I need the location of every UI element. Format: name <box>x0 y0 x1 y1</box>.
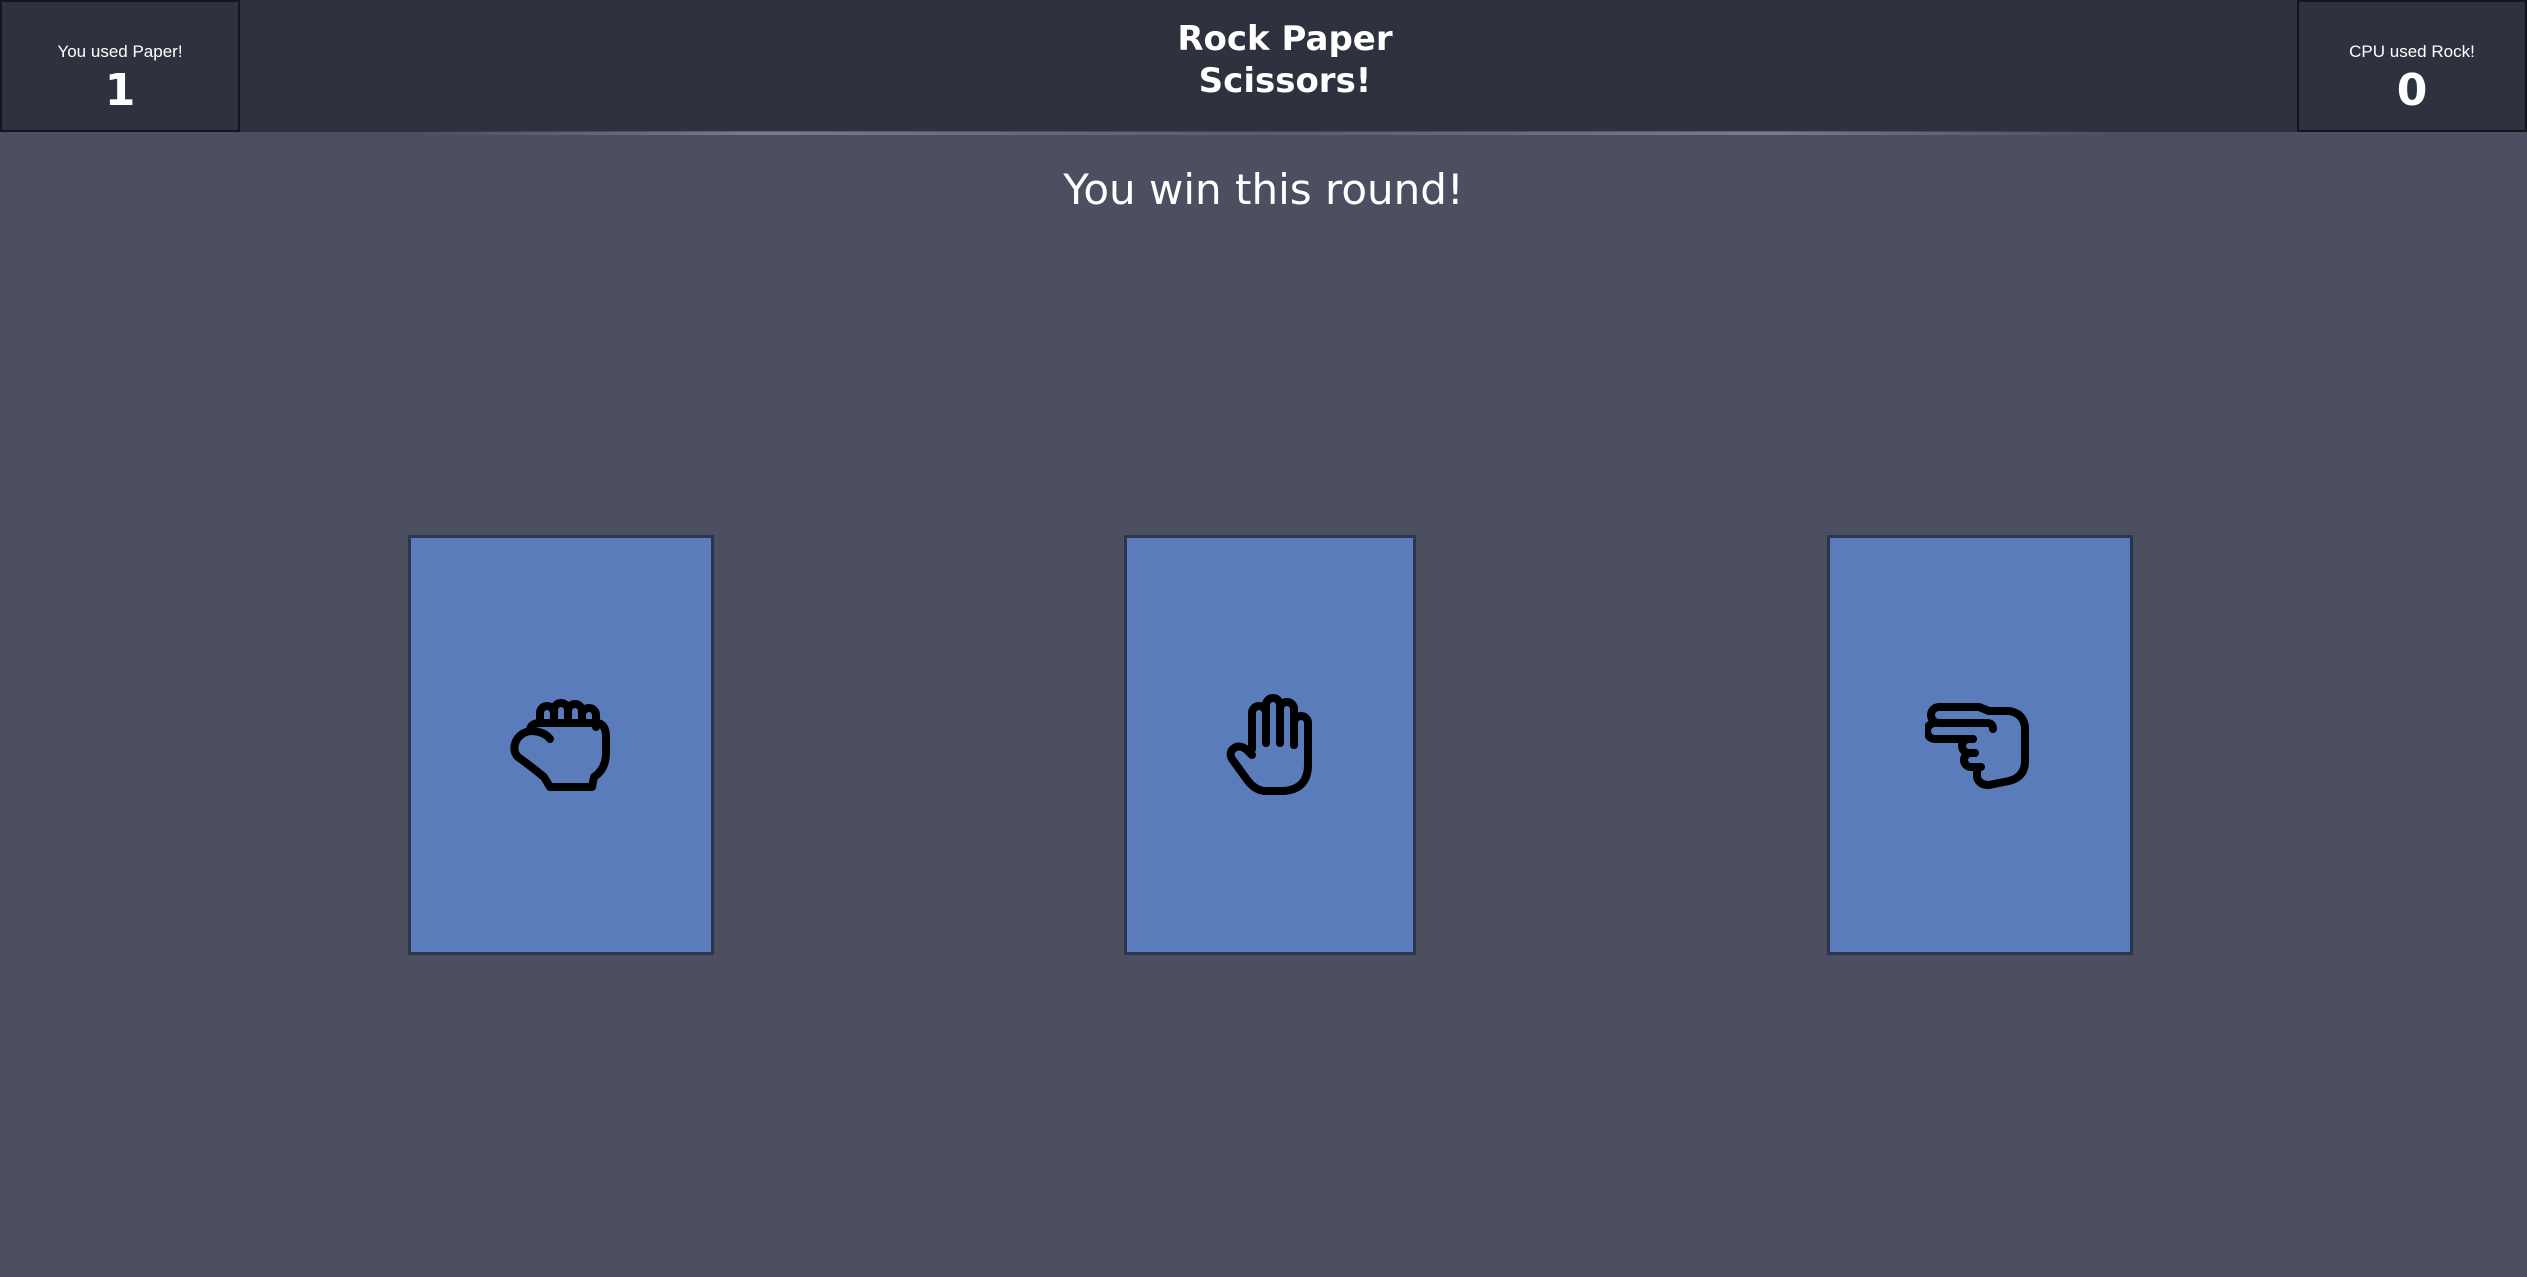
game-title: Rock Paper Scissors! <box>1080 18 1490 102</box>
paper-card-button[interactable] <box>1124 535 1416 955</box>
cpu-last-move: CPU used Rock! <box>2349 42 2475 61</box>
player-score-panel: You used Paper! 1 <box>0 0 240 132</box>
fist-icon <box>510 699 610 791</box>
round-result-message: You win this round! <box>1063 165 1464 214</box>
player-last-move: You used Paper! <box>57 42 183 61</box>
game-title-line1: Rock Paper <box>1177 19 1393 59</box>
cpu-score-panel: CPU used Rock! 0 <box>2297 0 2527 132</box>
rock-card-button[interactable] <box>408 535 714 955</box>
scissors-hand-icon <box>1925 703 2029 789</box>
cpu-score: 0 <box>2396 65 2428 116</box>
player-score: 1 <box>104 65 136 116</box>
scissors-card-button[interactable] <box>1827 535 2133 955</box>
header-bar: You used Paper! 1 Rock Paper Scissors! C… <box>0 0 2527 135</box>
game-title-line2: Scissors! <box>1198 61 1372 101</box>
open-hand-icon <box>1226 694 1312 795</box>
